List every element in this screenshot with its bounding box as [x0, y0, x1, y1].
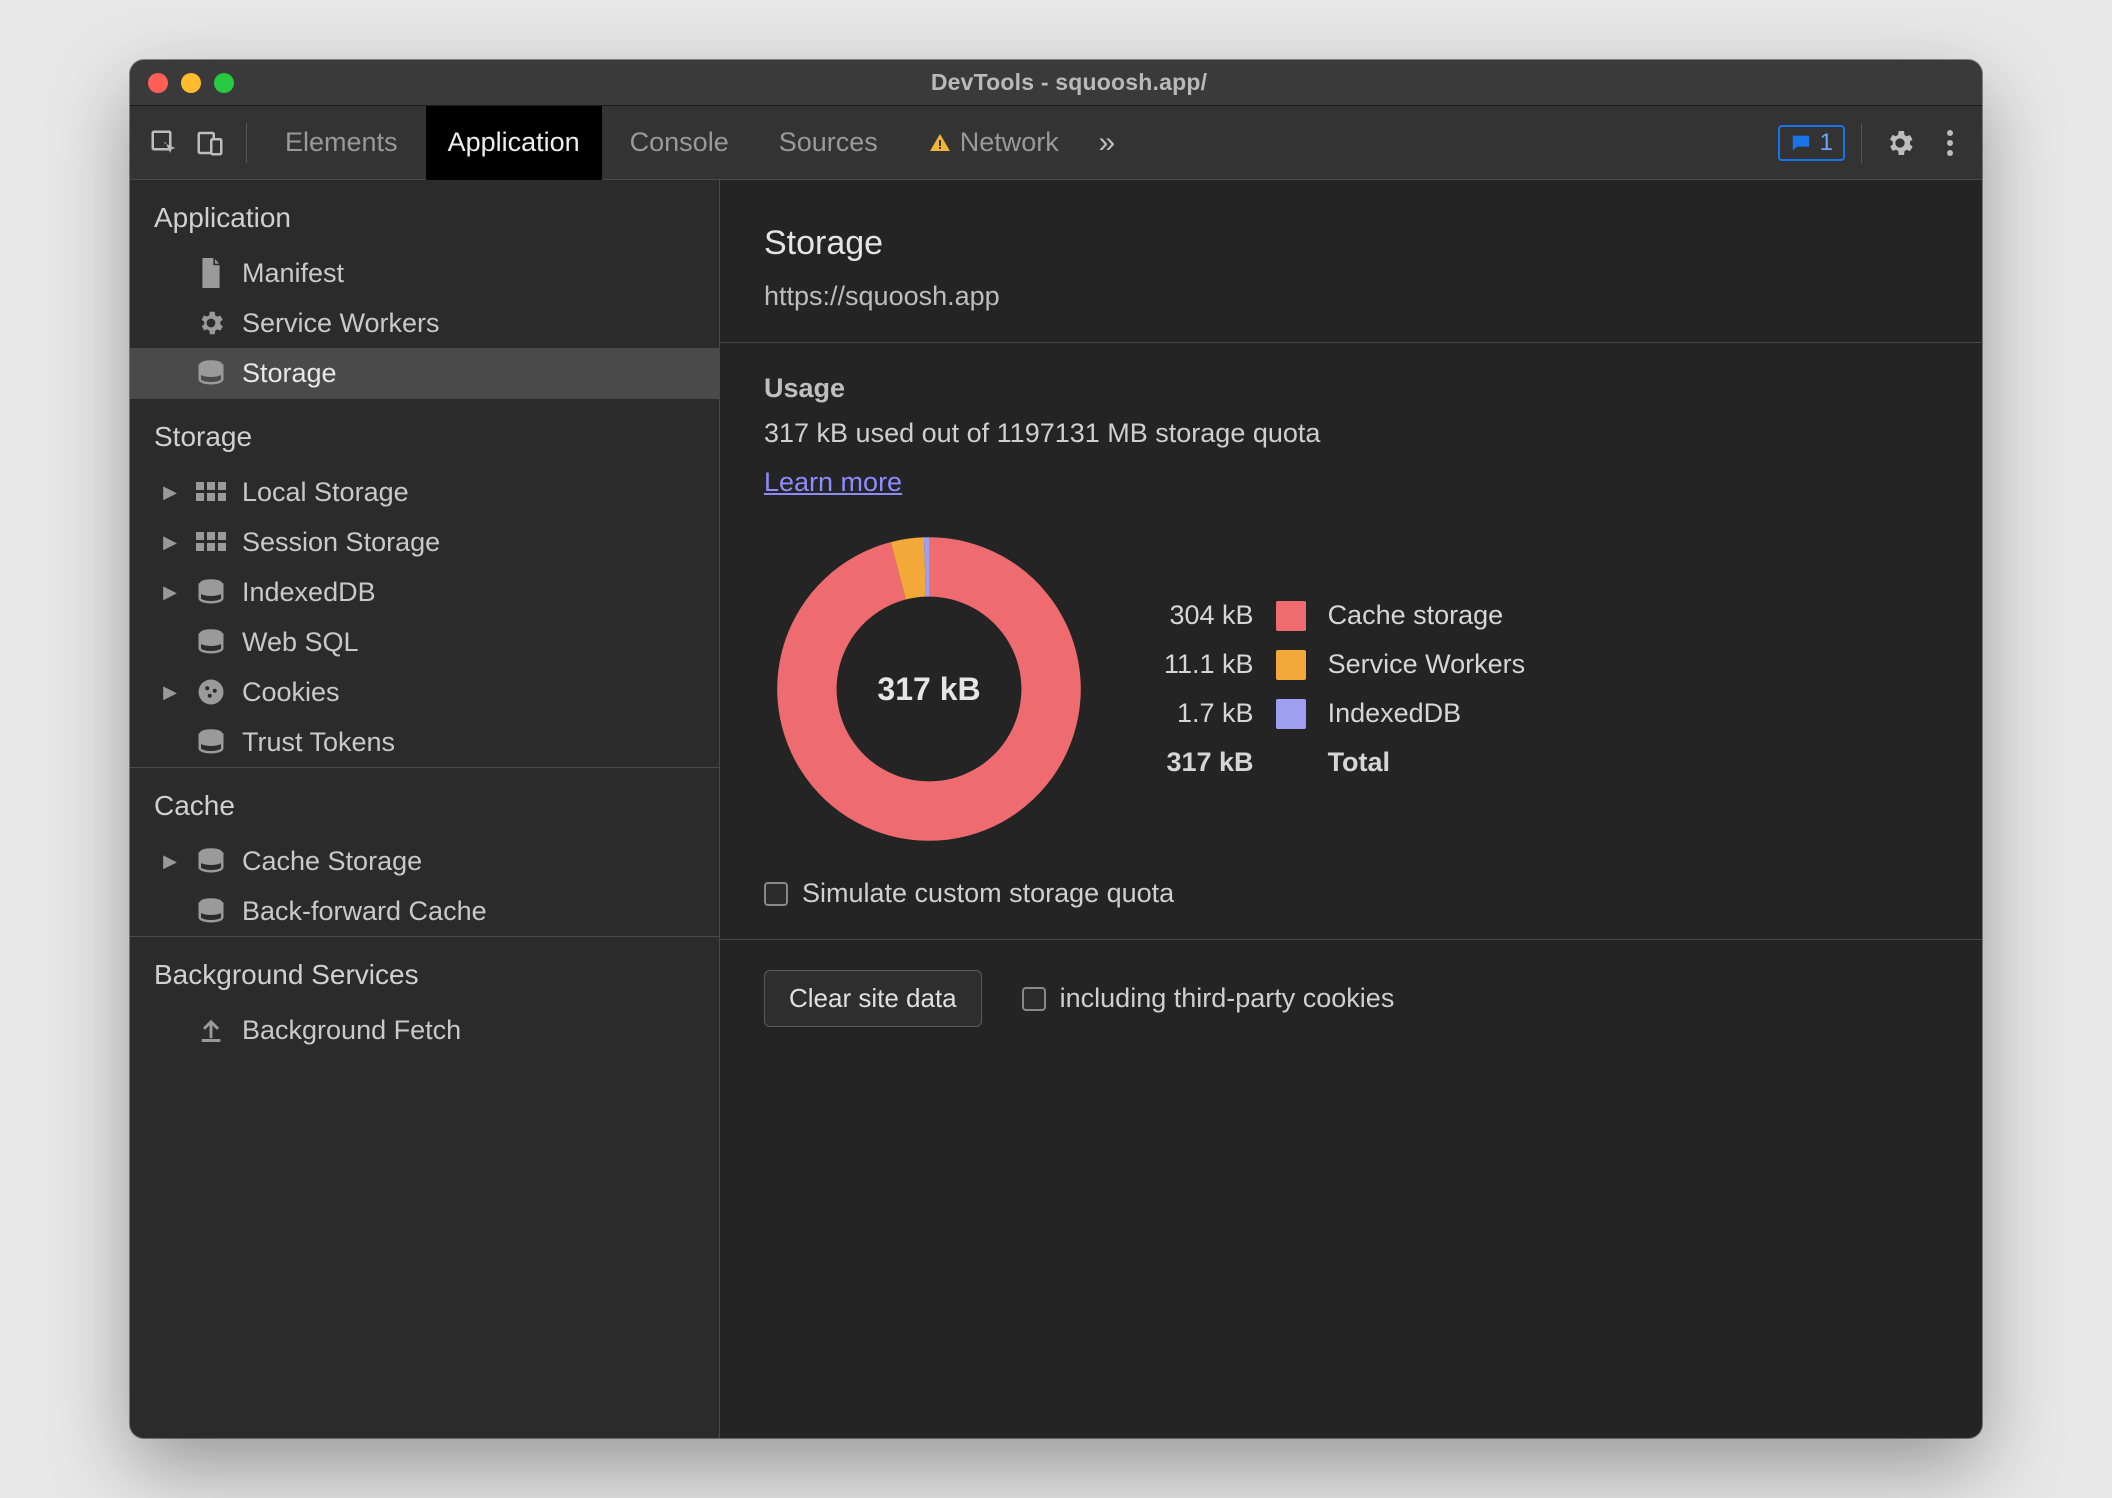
grid-icon — [194, 525, 228, 559]
sidebar-item-label: Manifest — [242, 258, 344, 289]
close-window-button[interactable] — [148, 73, 168, 93]
legend-size: 1.7 kB — [1164, 698, 1254, 729]
page-title: Storage — [764, 224, 1938, 263]
sidebar-item-cookies[interactable]: ▶ Cookies — [130, 667, 719, 717]
clear-site-data-button[interactable]: Clear site data — [764, 970, 982, 1027]
console-messages-count: 1 — [1820, 129, 1833, 157]
simulate-quota-label: Simulate custom storage quota — [802, 878, 1174, 909]
tab-network-label: Network — [960, 127, 1059, 158]
separator — [246, 123, 247, 163]
chevron-right-icon[interactable]: ▶ — [160, 482, 180, 503]
sidebar-item-indexeddb[interactable]: ▶ IndexedDB — [130, 567, 719, 617]
legend-size: 304 kB — [1164, 600, 1254, 631]
usage-legend: 304 kB Cache storage 11.1 kB Service Worker… — [1164, 600, 1525, 778]
tab-console[interactable]: Console — [608, 106, 751, 180]
application-sidebar: Application Manifest Service Workers Storag… — [130, 180, 720, 1438]
grid-icon — [194, 475, 228, 509]
database-icon — [194, 356, 228, 390]
device-toggle-icon[interactable] — [190, 123, 230, 163]
usage-summary: 317 kB used out of 1197131 MB storage qu… — [764, 418, 1938, 449]
separator — [1861, 123, 1862, 163]
sidebar-item-label: Back-forward Cache — [242, 896, 487, 927]
devtools-window: DevTools - squoosh.app/ Elements Applica… — [130, 60, 1982, 1438]
sidebar-item-label: Cookies — [242, 677, 340, 708]
sidebar-item-label: Web SQL — [242, 627, 359, 658]
database-icon — [194, 844, 228, 878]
sidebar-item-label: Trust Tokens — [242, 727, 395, 758]
database-icon — [194, 625, 228, 659]
sidebar-item-label: Background Fetch — [242, 1015, 461, 1046]
usage-heading: Usage — [764, 373, 1938, 404]
chevron-right-icon[interactable]: ▶ — [160, 532, 180, 553]
tab-sources[interactable]: Sources — [757, 106, 900, 180]
legend-total-size: 317 kB — [1164, 747, 1254, 778]
inspect-icon[interactable] — [144, 123, 184, 163]
sidebar-item-service-workers[interactable]: Service Workers — [130, 298, 719, 348]
sidebar-item-label: Storage — [242, 358, 337, 389]
simulate-quota-checkbox[interactable] — [764, 882, 788, 906]
legend-size: 11.1 kB — [1164, 649, 1254, 680]
main-panel: Storage https://squoosh.app Usage 317 kB… — [720, 180, 1982, 1438]
legend-label: Cache storage — [1328, 600, 1526, 631]
minimize-window-button[interactable] — [181, 73, 201, 93]
sidebar-item-label: IndexedDB — [242, 577, 376, 608]
legend-label: Service Workers — [1328, 649, 1526, 680]
window-controls — [148, 73, 234, 93]
tab-network[interactable]: Network — [906, 106, 1081, 180]
console-messages-button[interactable]: 1 — [1778, 125, 1845, 161]
sidebar-item-label: Service Workers — [242, 308, 440, 339]
database-icon — [194, 575, 228, 609]
legend-total-label: Total — [1328, 747, 1526, 778]
file-icon — [194, 256, 228, 290]
sidebar-item-session-storage[interactable]: ▶ Session Storage — [130, 517, 719, 567]
kebab-menu-icon[interactable] — [1928, 121, 1972, 165]
donut-center-label: 317 kB — [764, 524, 1094, 854]
sidebar-item-background-fetch[interactable]: Background Fetch — [130, 1005, 719, 1055]
sidebar-item-label: Cache Storage — [242, 846, 422, 877]
legend-swatch — [1276, 601, 1306, 631]
warning-icon — [928, 131, 952, 155]
chevron-right-icon[interactable]: ▶ — [160, 851, 180, 872]
zoom-window-button[interactable] — [214, 73, 234, 93]
sidebar-item-local-storage[interactable]: ▶ Local Storage — [130, 467, 719, 517]
settings-icon[interactable] — [1878, 121, 1922, 165]
sidebar-item-cache-storage[interactable]: ▶ Cache Storage — [130, 836, 719, 886]
learn-more-link[interactable]: Learn more — [764, 467, 902, 498]
third-party-cookies-label: including third-party cookies — [1060, 983, 1395, 1014]
chevron-right-icon[interactable]: ▶ — [160, 682, 180, 703]
main-tabbar: Elements Application Console Sources Net… — [130, 106, 1982, 180]
third-party-cookies-checkbox[interactable] — [1022, 987, 1046, 1011]
sidebar-item-label: Local Storage — [242, 477, 409, 508]
sidebar-section-heading: Application — [130, 180, 719, 248]
legend-swatch — [1276, 650, 1306, 680]
sidebar-item-storage[interactable]: Storage — [130, 348, 719, 398]
gear-icon — [194, 306, 228, 340]
upload-icon — [194, 1013, 228, 1047]
window-title: DevTools - squoosh.app/ — [246, 69, 1892, 96]
cookie-icon — [194, 675, 228, 709]
sidebar-item-web-sql[interactable]: Web SQL — [130, 617, 719, 667]
sidebar-item-back-forward-cache[interactable]: Back-forward Cache — [130, 886, 719, 936]
sidebar-item-trust-tokens[interactable]: Trust Tokens — [130, 717, 719, 767]
sidebar-item-manifest[interactable]: Manifest — [130, 248, 719, 298]
tab-application[interactable]: Application — [426, 106, 602, 180]
storage-origin: https://squoosh.app — [764, 281, 1938, 312]
tab-elements[interactable]: Elements — [263, 106, 420, 180]
usage-donut-chart: 317 kB — [764, 524, 1094, 854]
sidebar-section-heading: Cache — [130, 768, 719, 836]
database-icon — [194, 894, 228, 928]
database-icon — [194, 725, 228, 759]
chevron-right-icon[interactable]: ▶ — [160, 582, 180, 603]
sidebar-section-heading: Storage — [130, 399, 719, 467]
sidebar-section-heading: Background Services — [130, 937, 719, 1005]
legend-swatch — [1276, 699, 1306, 729]
titlebar: DevTools - squoosh.app/ — [130, 60, 1982, 106]
more-tabs-icon[interactable]: » — [1087, 123, 1127, 163]
legend-label: IndexedDB — [1328, 698, 1526, 729]
sidebar-item-label: Session Storage — [242, 527, 440, 558]
